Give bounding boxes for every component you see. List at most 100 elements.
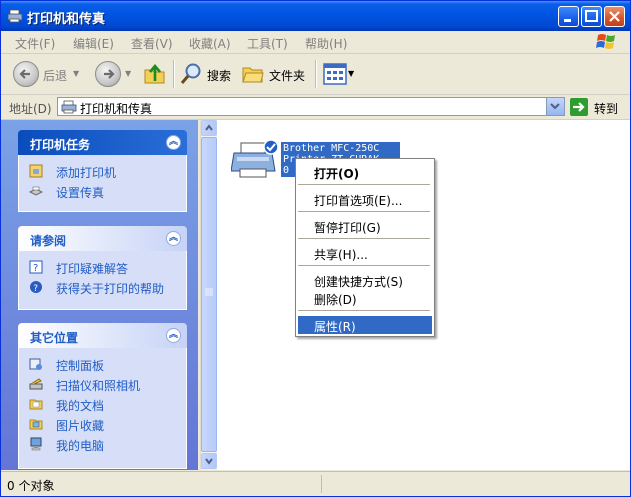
- menu-item-label: 共享(H)...: [314, 248, 368, 262]
- place-label: 控制面板: [56, 359, 105, 373]
- forward-button[interactable]: [95, 61, 121, 87]
- menu-item-label: 打印首选项(E)...: [314, 194, 403, 208]
- go-label[interactable]: 转到: [594, 100, 618, 117]
- printer-icon: [7, 9, 23, 23]
- back-arrow-icon: [19, 69, 30, 79]
- explorer-window: 打印机和传真 文件(F) 编辑(E) 查看(V) 收藏(A) 工具(T) 帮助(…: [0, 0, 631, 497]
- scroll-down-button[interactable]: [201, 453, 217, 469]
- task-label: 设置传真: [56, 186, 105, 200]
- context-menu: 打开(O) 打印首选项(E)... 暂停打印(G) 共享(H)... 创建快捷方…: [295, 158, 435, 337]
- address-bar: 地址(D) 打印机和传真 转到: [1, 95, 630, 120]
- menu-help[interactable]: 帮助(H): [305, 35, 347, 52]
- control-panel-icon: [29, 358, 42, 370]
- pictures-folder-icon: [29, 419, 43, 430]
- task-label: 打印疑难解答: [56, 262, 129, 276]
- computer-icon: [30, 437, 42, 451]
- maximize-icon: [585, 10, 598, 22]
- chevron-down-icon: [205, 458, 213, 465]
- documents-folder-icon: [29, 399, 43, 410]
- address-dropdown-button[interactable]: [546, 98, 564, 115]
- network-printer-icon: [230, 139, 279, 178]
- status-bar: 0 个对象: [1, 471, 630, 496]
- menu-view[interactable]: 查看(V): [131, 35, 173, 52]
- place-label: 我的文档: [56, 399, 105, 413]
- toolbar-separator: [173, 60, 175, 88]
- collapse-icon[interactable]: ︽: [166, 135, 181, 150]
- folders-icon[interactable]: [241, 63, 265, 85]
- toolbar: 后退 ▼ ▼ 搜索 文件夹 ▼: [1, 54, 630, 95]
- menu-item-label: 属性(R): [314, 320, 356, 334]
- menu-pause-printing[interactable]: 暂停打印(G): [296, 217, 432, 235]
- help-circle-icon: ?: [30, 281, 42, 294]
- other-places-body: 控制面板 扫描仪和照相机 我的文档 图片收藏 我的电脑: [18, 348, 187, 469]
- place-label: 图片收藏: [56, 419, 105, 433]
- search-icon[interactable]: [179, 62, 203, 86]
- address-value: 打印机和传真: [80, 102, 153, 116]
- vertical-scrollbar[interactable]: [200, 120, 217, 470]
- back-label: 后退: [43, 69, 68, 83]
- menu-favorites[interactable]: 收藏(A): [189, 35, 231, 52]
- printer-item[interactable]: [230, 135, 283, 183]
- other-places-header[interactable]: 其它位置 ︽: [18, 323, 187, 348]
- help-book-icon: ?: [29, 260, 43, 274]
- printer-name-line: Brother MFC-250C: [283, 143, 380, 154]
- search-button[interactable]: 搜索: [207, 67, 231, 84]
- see-also-header[interactable]: 请参阅 ︽: [18, 226, 187, 251]
- menu-item-label: 创建快捷方式(S): [314, 275, 403, 289]
- printer-tasks-header[interactable]: 打印机任务 ︽: [18, 130, 187, 155]
- close-button[interactable]: [604, 6, 625, 27]
- collapse-icon[interactable]: ︽: [166, 328, 181, 343]
- task-pane: 打印机任务 ︽ 添加打印机 设置传真 请参阅 ︽ ? 打印疑难解答 ? 获得关于…: [1, 120, 198, 470]
- menu-properties[interactable]: 属性(R): [298, 316, 432, 334]
- menu-printing-preferences[interactable]: 打印首选项(E)...: [296, 190, 432, 208]
- menu-delete[interactable]: 删除(D): [296, 289, 432, 307]
- menu-item-label: 删除(D): [314, 293, 357, 307]
- object-count: 0 个对象: [7, 479, 55, 493]
- place-label: 扫描仪和照相机: [56, 379, 141, 393]
- menu-edit[interactable]: 编辑(E): [73, 35, 114, 52]
- windows-logo-icon: [596, 34, 615, 49]
- see-also-panel: 请参阅 ︽ ? 打印疑难解答 ? 获得关于打印的帮助: [18, 226, 187, 310]
- back-dropdown-icon[interactable]: ▼: [73, 69, 79, 78]
- menu-separator: [298, 310, 430, 311]
- other-places-panel: 其它位置 ︽ 控制面板 扫描仪和照相机 我的文档 图片收藏 我的电脑: [18, 323, 187, 469]
- menu-create-shortcut[interactable]: 创建快捷方式(S): [296, 271, 432, 289]
- go-button[interactable]: [570, 98, 588, 116]
- menu-item-label: 暂停打印(G): [314, 221, 381, 235]
- add-printer-icon: [29, 164, 43, 178]
- minimize-icon: [564, 19, 571, 22]
- menu-separator: [298, 211, 430, 212]
- up-folder-icon[interactable]: [143, 62, 167, 86]
- title-bar[interactable]: 打印机和传真: [1, 1, 630, 31]
- scroll-thumb[interactable]: [201, 137, 217, 452]
- menu-separator: [298, 265, 430, 266]
- printer-tasks-title: 打印机任务: [30, 138, 91, 152]
- printer-name-line: 0: [283, 165, 290, 176]
- views-icon[interactable]: [323, 63, 347, 85]
- menu-bar: 文件(F) 编辑(E) 查看(V) 收藏(A) 工具(T) 帮助(H): [1, 31, 630, 54]
- chevron-down-icon: [550, 103, 560, 110]
- status-divider: [321, 475, 322, 493]
- maximize-button[interactable]: [581, 6, 602, 27]
- printer-folder-icon: [61, 100, 77, 114]
- menu-open[interactable]: 打开(O): [296, 163, 432, 181]
- window-title: 打印机和传真: [27, 12, 106, 27]
- chevron-up-icon: [205, 124, 213, 131]
- folders-button[interactable]: 文件夹: [269, 67, 305, 84]
- menu-tools[interactable]: 工具(T): [247, 35, 288, 52]
- scroll-up-button[interactable]: [201, 120, 217, 136]
- toolbar-separator: [315, 60, 317, 88]
- address-label: 地址(D): [9, 102, 52, 116]
- menu-file[interactable]: 文件(F): [15, 35, 55, 52]
- forward-dropdown-icon[interactable]: ▼: [125, 69, 131, 78]
- task-label: 添加打印机: [56, 166, 117, 180]
- collapse-icon[interactable]: ︽: [166, 231, 181, 246]
- forward-arrow-icon: [104, 69, 115, 79]
- see-also-body: ? 打印疑难解答 ? 获得关于打印的帮助: [18, 251, 187, 310]
- printer-tasks-body: 添加打印机 设置传真: [18, 155, 187, 212]
- address-input[interactable]: 打印机和传真: [57, 97, 565, 116]
- views-dropdown-icon[interactable]: ▼: [348, 69, 354, 78]
- menu-sharing[interactable]: 共享(H)...: [296, 244, 432, 262]
- minimize-button[interactable]: [558, 6, 579, 27]
- back-button[interactable]: [13, 61, 39, 87]
